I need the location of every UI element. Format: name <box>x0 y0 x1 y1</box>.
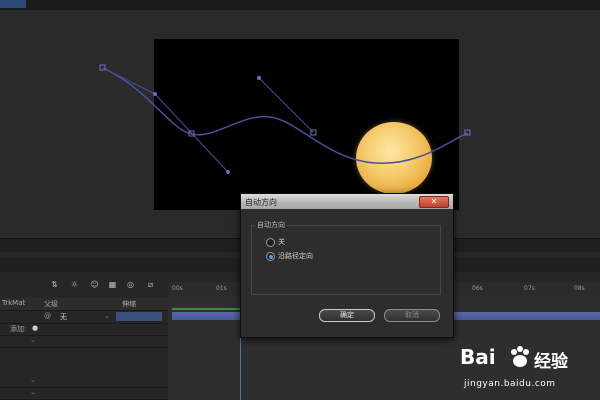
dialog-title: 自动方向 <box>245 198 277 207</box>
ruler-label: 01s <box>216 285 227 292</box>
property-row: ⌄ <box>0 387 168 400</box>
add-label: 添加: <box>10 325 27 333</box>
pickwhip-icon[interactable]: @ <box>44 312 51 320</box>
chevron-down-icon: ⌄ <box>30 388 36 396</box>
tangent-handle <box>258 77 314 133</box>
watermark-url: jingyan.baidu.com <box>464 379 556 389</box>
watermark-brand-2: 经验 <box>534 352 568 372</box>
handle-point <box>153 92 157 96</box>
radio-off[interactable] <box>266 238 275 247</box>
col-trkmat: TrkMat <box>2 299 26 307</box>
radio-orient-along-path[interactable] <box>266 252 275 261</box>
baidu-watermark: Bai 经验 jingyan.baidu.com <box>460 345 600 400</box>
timeline-tools: ⇅ ☼ ☺ ▦ ◎ ⧄ <box>0 276 168 298</box>
shy-icon[interactable]: ☺ <box>90 280 99 289</box>
solo-icon[interactable]: ☼ <box>70 280 79 289</box>
add-icon[interactable]: ● <box>32 324 38 332</box>
close-button[interactable]: ✕ <box>419 196 449 208</box>
chevron-down-icon: ⌄ <box>30 376 36 384</box>
chevron-down-icon: ⌄ <box>104 312 110 320</box>
ruler-label: 00s <box>172 285 183 292</box>
group-label: 自动方向 <box>255 220 287 230</box>
ruler-label: 07s <box>524 285 535 292</box>
paw-icon <box>511 346 529 367</box>
ruler-label: 08s <box>574 285 585 292</box>
dialog-titlebar[interactable]: 自动方向 ✕ <box>241 194 453 209</box>
work-area-line <box>172 308 240 310</box>
handle-point <box>257 76 261 80</box>
watermark-brand: Bai <box>460 345 496 369</box>
col-parent: 父级 <box>44 300 58 308</box>
tangent-handle <box>102 67 156 95</box>
chevron-down-icon: ⌄ <box>30 336 36 344</box>
auto-orient-dialog: 自动方向 ✕ 自动方向 关 沿路径定向 确定 取消 <box>240 193 454 338</box>
motion-blur-icon[interactable]: ◎ <box>126 280 135 289</box>
option-orient-label[interactable]: 沿路径定向 <box>278 251 313 261</box>
graph-editor-icon[interactable]: ⧄ <box>146 280 155 289</box>
stretch-value[interactable] <box>116 312 162 321</box>
handle-point <box>226 170 230 174</box>
ruler-label: 06s <box>472 285 483 292</box>
option-off-label[interactable]: 关 <box>278 237 285 247</box>
tangent-handle <box>154 93 229 173</box>
ok-button[interactable]: 确定 <box>319 309 375 322</box>
property-row: ⌄ <box>0 335 168 348</box>
lift-icon[interactable]: ⇅ <box>50 280 59 289</box>
column-header: TrkMat 父级 伸缩 <box>0 298 168 311</box>
col-stretch: 伸缩 <box>122 300 136 308</box>
path-curve <box>102 67 469 164</box>
cancel-button[interactable]: 取消 <box>384 309 440 322</box>
parent-select[interactable]: 无 <box>60 312 67 322</box>
frame-blend-icon[interactable]: ▦ <box>108 280 117 289</box>
